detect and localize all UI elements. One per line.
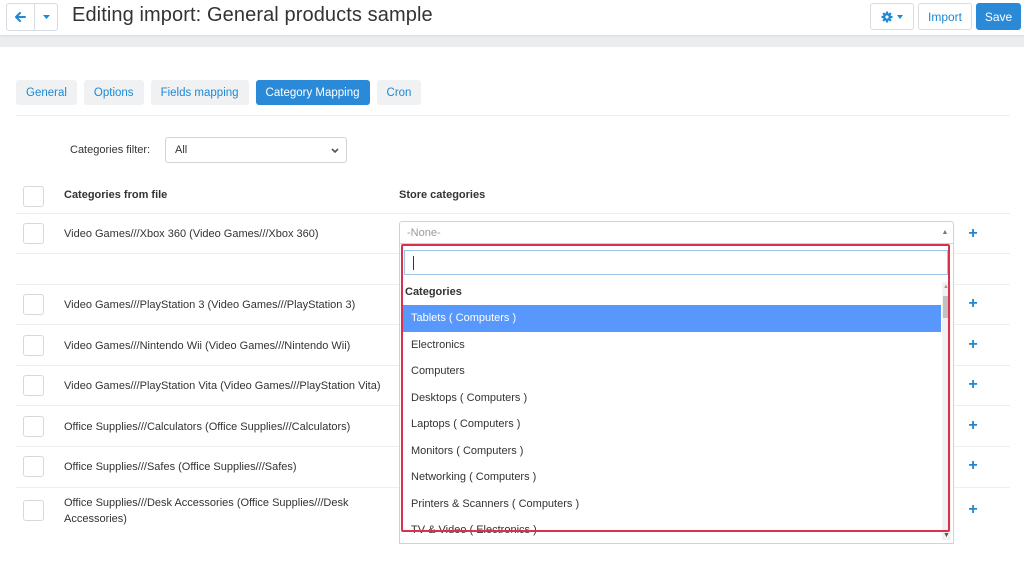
text-caret xyxy=(413,256,414,270)
option-list: Tablets ( Computers ) Electronics Comput… xyxy=(403,305,941,543)
tab-fields-mapping[interactable]: Fields mapping xyxy=(150,80,249,105)
tab-options[interactable]: Options xyxy=(83,80,144,105)
save-button[interactable]: Save xyxy=(976,3,1021,30)
header-separator xyxy=(0,35,1024,47)
table-row-category: Office Supplies///Safes (Office Supplies… xyxy=(64,461,297,473)
dropdown-option[interactable]: Networking ( Computers ) xyxy=(403,464,941,491)
option-group-label: Categories xyxy=(405,286,462,298)
plus-icon[interactable]: + xyxy=(967,377,979,393)
plus-icon[interactable]: + xyxy=(967,502,979,518)
category-search-input[interactable] xyxy=(404,250,948,275)
dropdown-option[interactable]: Tablets ( Computers ) xyxy=(403,305,941,332)
scroll-up-icon[interactable]: ▲ xyxy=(943,284,949,290)
divider xyxy=(16,213,1010,214)
tab-cron[interactable]: Cron xyxy=(376,80,422,105)
row-checkbox[interactable] xyxy=(23,223,44,244)
plus-icon[interactable]: + xyxy=(967,418,979,434)
dropdown-option[interactable]: Electronics xyxy=(403,332,941,359)
dropdown-option[interactable]: TV & Video ( Electronics ) xyxy=(403,517,941,543)
nav-button-group xyxy=(6,3,58,31)
divider xyxy=(16,115,1010,116)
plus-icon[interactable]: + xyxy=(967,337,979,353)
store-category-value: -None- xyxy=(407,226,441,239)
page-title: Editing import: General products sample xyxy=(72,4,433,26)
row-checkbox[interactable] xyxy=(23,500,44,521)
caret-down-icon xyxy=(42,15,50,19)
table-row-category: Office Supplies///Calculators (Office Su… xyxy=(64,421,351,433)
dropdown-option[interactable]: Printers & Scanners ( Computers ) xyxy=(403,491,941,518)
gear-icon xyxy=(881,11,893,22)
plus-icon[interactable]: + xyxy=(967,296,979,312)
dropdown-option[interactable]: Laptops ( Computers ) xyxy=(403,411,941,438)
import-button[interactable]: Import xyxy=(918,3,972,30)
store-category-select[interactable]: -None- ▲ xyxy=(399,221,954,244)
history-dropdown-button[interactable] xyxy=(34,4,57,30)
select-all-checkbox[interactable] xyxy=(23,186,44,207)
row-checkbox[interactable] xyxy=(23,375,44,396)
store-category-dropdown: Categories Tablets ( Computers ) Electro… xyxy=(399,244,954,544)
plus-icon[interactable]: + xyxy=(967,458,979,474)
table-row-category: Video Games///PlayStation Vita (Video Ga… xyxy=(64,380,381,392)
row-checkbox[interactable] xyxy=(23,294,44,315)
dropdown-option[interactable]: Computers xyxy=(403,358,941,385)
categories-filter-select[interactable]: All xyxy=(165,137,347,163)
column-header-from-file: Categories from file xyxy=(64,189,168,201)
table-row-category: Video Games///PlayStation 3 (Video Games… xyxy=(64,299,356,311)
top-bar: Editing import: General products sample … xyxy=(0,0,1024,35)
table-row-category: Video Games///Nintendo Wii (Video Games/… xyxy=(64,340,351,352)
row-checkbox[interactable] xyxy=(23,456,44,477)
plus-icon[interactable]: + xyxy=(967,226,979,242)
table-row-category: Office Supplies///Desk Accessories (Offi… xyxy=(64,497,349,525)
column-header-store-categories: Store categories xyxy=(399,189,486,201)
dropdown-option[interactable]: Monitors ( Computers ) xyxy=(403,438,941,465)
categories-filter-label: Categories filter: xyxy=(70,144,151,156)
dropdown-scrollbar[interactable]: ▲ xyxy=(942,282,951,540)
categories-filter-value: All xyxy=(175,144,188,156)
back-button[interactable] xyxy=(7,4,34,30)
settings-dropdown-button[interactable] xyxy=(870,3,914,30)
table-row-category: Video Games///Xbox 360 (Video Games///Xb… xyxy=(64,228,319,240)
scrollbar-thumb[interactable] xyxy=(943,296,950,318)
tab-bar: General Options Fields mapping Category … xyxy=(16,80,422,105)
dropdown-option[interactable]: Desktops ( Computers ) xyxy=(403,385,941,412)
caret-down-icon xyxy=(897,14,903,19)
caret-up-icon: ▲ xyxy=(941,229,949,236)
tab-category-mapping[interactable]: Category Mapping xyxy=(255,80,370,105)
arrow-left-icon xyxy=(15,12,26,22)
chevron-down-icon xyxy=(324,145,346,155)
scroll-down-icon[interactable]: ▼ xyxy=(943,532,950,539)
tab-general[interactable]: General xyxy=(16,80,77,105)
row-checkbox[interactable] xyxy=(23,335,44,356)
row-checkbox[interactable] xyxy=(23,416,44,437)
